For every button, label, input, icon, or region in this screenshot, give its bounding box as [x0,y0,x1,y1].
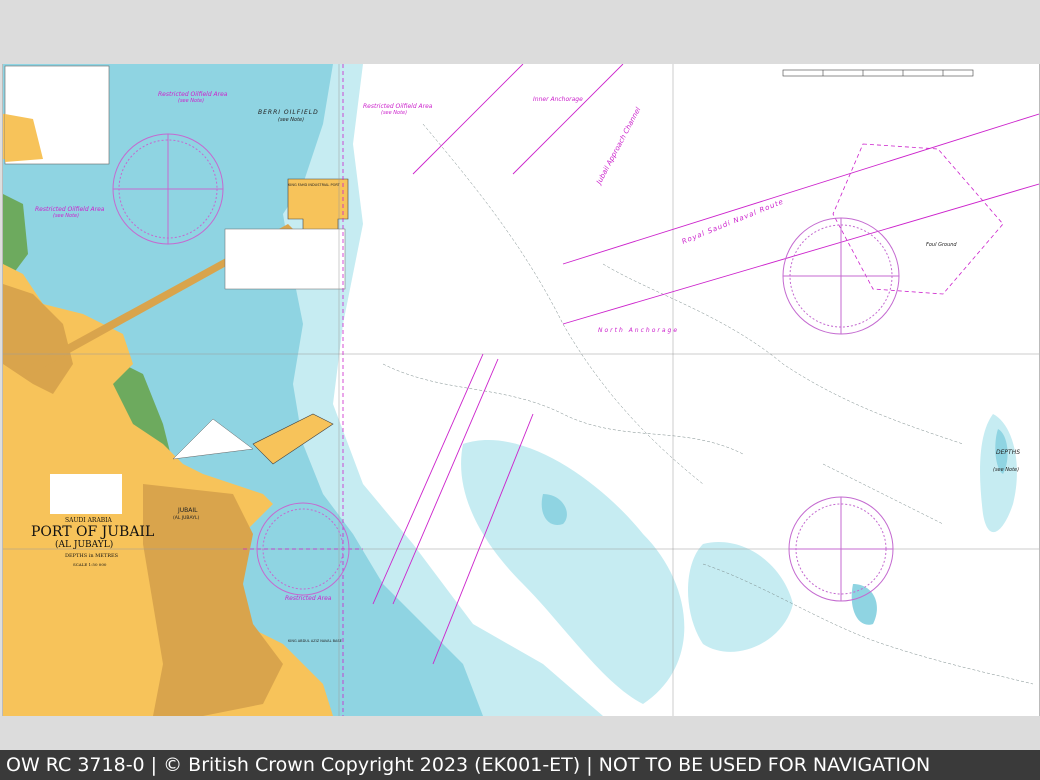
medium-depth-area-3 [688,542,793,652]
town-label: JUBAIL [177,507,198,514]
compass-rose-3 [788,496,894,602]
restricted-oilfield-label-3: Restricted Oilfield Area [35,206,105,213]
country-label: SAUDI ARABIA [65,517,113,524]
chart-subtitle: (AL JUBAYL) [55,539,113,550]
depths-note-label: (see Note) [993,467,1019,473]
approach-channel-label: Jubail Approach Channel [594,106,642,187]
town-label-alt: (AL JUBAYL) [173,515,199,521]
top-margin [0,0,1040,64]
king-fahd-port-label: KING FAHD INDUSTRIAL PORT [288,183,341,187]
chart-title: PORT OF JUBAIL [31,524,154,540]
berri-oilfield-label: BERRI OILFIELD [258,109,319,116]
restricted-oilfield-label-1: Restricted Oilfield Area [158,91,228,98]
chart-canvas: Restricted Oilfield Area (see Note) Rest… [3,64,1039,716]
restricted-oilfield-note-2: (see Note) [381,110,407,116]
restricted-oilfield-note-3: (see Note) [53,213,79,219]
inner-anchorage-label: Inner Anchorage [533,96,583,103]
scale-label: SCALE 1:50 000 [73,562,107,567]
depths-label: DEPTHS [996,449,1020,456]
copyright-footer: OW RC 3718-0 | © British Crown Copyright… [0,750,1040,780]
restricted-area-label: Restricted Area [285,595,332,602]
restricted-oilfield-label-2: Restricted Oilfield Area [363,103,433,110]
foul-ground-label: Foul Ground [926,242,957,248]
bottom-margin [0,716,1040,750]
naval-base-label: KING ABDUL AZIZ NAVAL BASE [288,639,342,643]
north-anchorage-label: North Anchorage [598,327,679,334]
berri-note-label: (see Note) [278,117,304,123]
depths-unit-label: DEPTHS in METRES [65,553,119,559]
scale-bar [782,69,974,77]
title-panel-white [50,474,122,514]
restricted-oilfield-note-1: (see Note) [178,98,204,104]
nautical-chart[interactable]: Restricted Oilfield Area (see Note) Rest… [2,64,1040,716]
compass-rose-2 [782,217,900,335]
port-basin-1 [224,228,346,290]
